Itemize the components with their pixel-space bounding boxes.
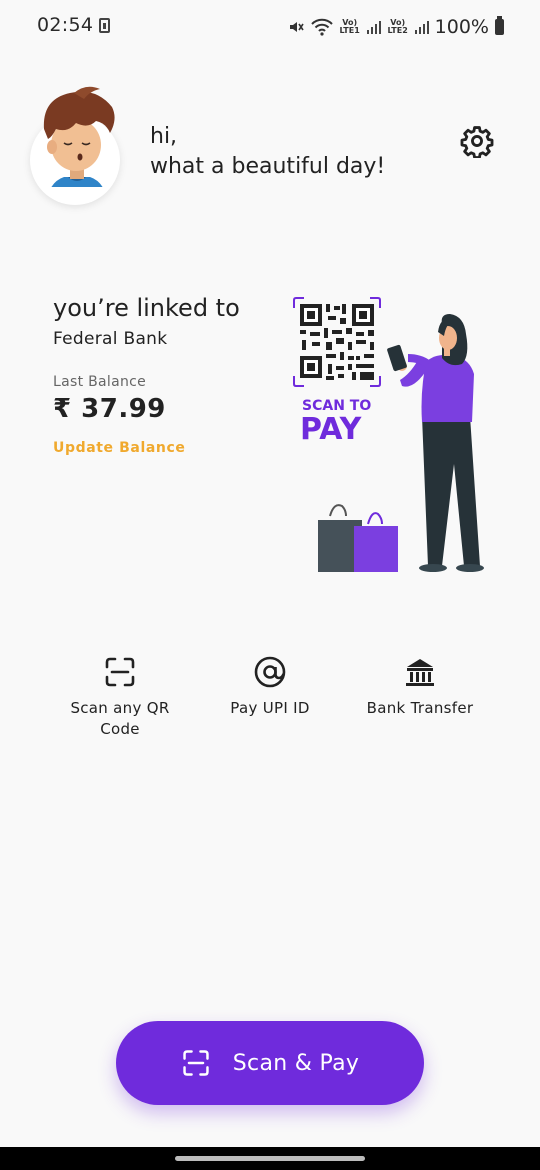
nav-bar xyxy=(0,1147,540,1170)
status-bar: 02:54 Vo) LTE1 Vo) LTE2 100% xyxy=(0,0,540,54)
battery-percent: 100% xyxy=(434,16,489,38)
bank-transfer-action[interactable]: Bank Transfer xyxy=(350,655,490,719)
bank-icon xyxy=(406,659,434,686)
greeting-line1: hi, xyxy=(150,124,178,149)
scan-pay-label: Scan & Pay xyxy=(232,1050,360,1076)
pay-upi-label: Pay UPI ID xyxy=(230,699,310,717)
signal2-icon xyxy=(414,20,429,34)
pay-text: PAY xyxy=(300,412,363,447)
status-icons: Vo) LTE1 Vo) LTE2 100% xyxy=(287,14,504,40)
scan-icon xyxy=(105,657,135,687)
scan-to-pay-illustration: SCAN TO PAY xyxy=(293,297,484,572)
pay-upi-action[interactable]: Pay UPI ID xyxy=(200,655,340,719)
greeting-line2: what a beautiful day! xyxy=(150,154,386,179)
home-handle[interactable] xyxy=(175,1156,365,1161)
update-balance-link[interactable]: Update Balance xyxy=(53,440,185,456)
scan-pay-button[interactable]: Scan & Pay xyxy=(116,1021,424,1105)
scan-qr-action[interactable]: Scan any QR Code xyxy=(50,655,190,740)
lte2-indicator: Vo) LTE2 xyxy=(387,18,408,35)
avatar-illustration-icon xyxy=(43,86,115,187)
status-time: 02:54 xyxy=(37,14,94,36)
bank-name: Federal Bank xyxy=(53,329,168,349)
battery-icon xyxy=(495,16,504,35)
bank-transfer-label: Bank Transfer xyxy=(366,699,474,717)
scan-icon xyxy=(183,1050,209,1076)
avatar[interactable] xyxy=(30,86,120,205)
at-icon xyxy=(254,656,286,688)
lte1-indicator: Vo) LTE1 xyxy=(339,18,360,35)
scan-qr-label: Scan any QR Code xyxy=(70,699,170,738)
signal1-icon xyxy=(366,20,381,34)
linked-text: you’re linked to xyxy=(53,294,240,322)
sim-icon xyxy=(99,18,110,33)
wifi-icon xyxy=(310,18,333,36)
balance-label: Last Balance xyxy=(53,374,147,390)
mute-icon xyxy=(289,22,304,32)
balance-value: ₹ 37.99 xyxy=(53,394,166,424)
gear-icon[interactable] xyxy=(460,124,494,158)
